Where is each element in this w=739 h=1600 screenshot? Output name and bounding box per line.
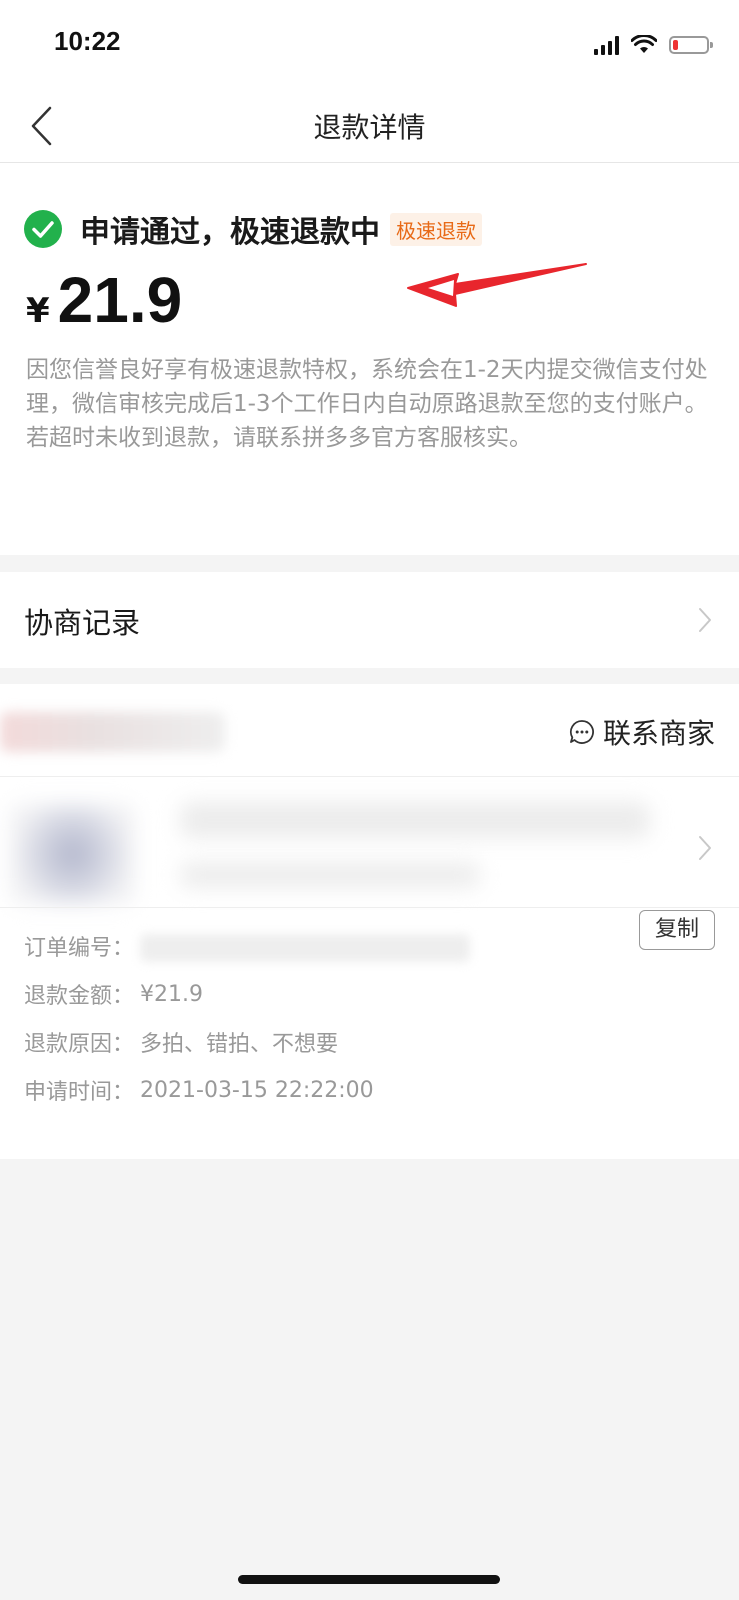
negotiation-record-label: 协商记录 — [24, 606, 141, 640]
copy-button[interactable]: 复制 — [639, 910, 715, 950]
home-indicator[interactable] — [238, 1575, 500, 1584]
refund-status-card: 申请通过，极速退款中 极速退款 ¥ 21.9 因您信誉良好享有极速退款特权，系统… — [0, 163, 739, 555]
divider — [0, 907, 739, 908]
chevron-right-icon — [699, 836, 711, 860]
order-number-label: 订单编号： — [24, 936, 135, 961]
red-arrow-annotation-icon — [407, 263, 587, 307]
refund-amount-value: ¥21.9 — [140, 981, 203, 1007]
refund-status-row: 申请通过，极速退款中 极速退款 — [24, 207, 482, 251]
shop-name-redacted — [0, 712, 225, 752]
refund-amount-display: ¥ 21.9 — [26, 263, 182, 337]
status-icons — [594, 30, 713, 60]
product-title-redacted — [180, 802, 650, 838]
order-number-row: 订单编号： — [24, 930, 134, 962]
apply-time-value: 2021-03-15 22:22:00 — [140, 1077, 374, 1103]
contact-merchant-button[interactable]: 联系商家 — [569, 712, 715, 752]
refund-amount: 21.9 — [57, 264, 183, 336]
page-title: 退款详情 — [313, 111, 426, 144]
battery-icon — [669, 36, 713, 54]
apply-time-label: 申请时间： — [24, 1080, 135, 1105]
nav-bar: 退款详情 — [0, 90, 739, 163]
currency-symbol: ¥ — [26, 291, 50, 331]
product-row[interactable] — [0, 777, 739, 907]
product-spec-redacted — [180, 862, 480, 888]
chevron-right-icon — [699, 608, 711, 632]
wifi-icon — [631, 35, 657, 53]
product-image-redacted — [10, 804, 135, 904]
refund-reason-label: 退款原因： — [24, 1032, 135, 1057]
order-card: 联系商家 订单编号： 复制 退款金额： ¥21.9 退款原因： 多拍、错拍、不想… — [0, 684, 739, 1159]
refund-status-description: 因您信誉良好享有极速退款特权，系统会在1-2天内提交微信支付处理，微信审核完成后… — [26, 357, 708, 451]
cellular-signal-icon — [594, 35, 619, 55]
status-time: 10:22 — [54, 26, 121, 56]
check-circle-icon — [24, 210, 62, 248]
status-bar: 10:22 — [0, 0, 739, 90]
apply-time-row: 申请时间： 2021-03-15 22:22:00 — [24, 1074, 374, 1106]
refund-status-title: 申请通过，极速退款中 — [80, 215, 380, 250]
refund-amount-row: 退款金额： ¥21.9 — [24, 978, 203, 1010]
refund-reason-value: 多拍、错拍、不想要 — [140, 1032, 339, 1057]
order-number-redacted — [140, 934, 470, 962]
fast-refund-badge: 极速退款 — [390, 212, 482, 246]
refund-reason-row: 退款原因： 多拍、错拍、不想要 — [24, 1026, 338, 1058]
chat-bubble-icon — [569, 720, 594, 744]
negotiation-record-row[interactable]: 协商记录 — [0, 572, 739, 668]
refund-amount-label: 退款金额： — [24, 984, 135, 1009]
contact-merchant-label: 联系商家 — [602, 717, 715, 750]
